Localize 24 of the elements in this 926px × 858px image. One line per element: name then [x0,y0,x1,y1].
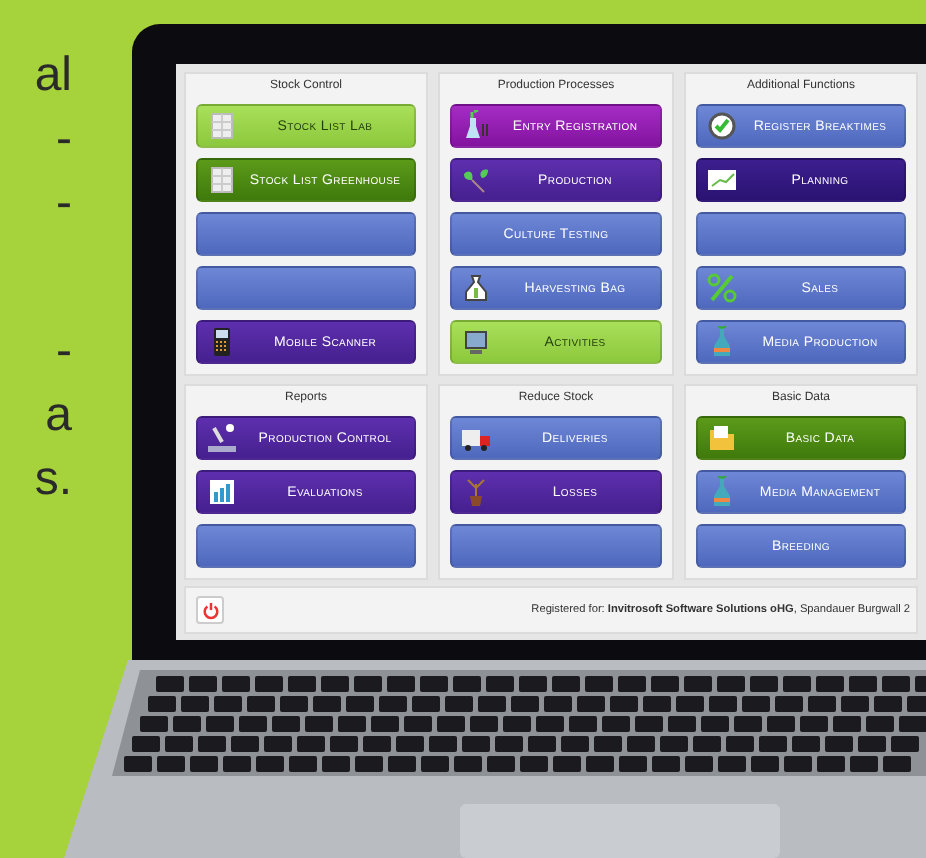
leaf-icon [460,164,492,196]
power-button[interactable] [196,596,224,624]
heading-text-fragment: - [56,110,72,170]
flask-icon [460,110,492,142]
power-icon [201,601,219,619]
folder-icon [706,422,738,454]
empty-menu-button[interactable] [196,212,416,256]
bag-icon [460,272,492,304]
heading-text-fragment: - [56,322,72,382]
heading-text-fragment: a [45,386,72,446]
empty-menu-button[interactable] [196,524,416,568]
empty-menu-button[interactable] [450,524,662,568]
empty-menu-button[interactable] [196,266,416,310]
heading-text-fragment: - [56,174,72,234]
chart-icon [706,164,738,196]
heading-text-fragment: al [34,46,72,106]
clock-icon [706,110,738,142]
monitor-icon [460,326,492,358]
bar-chart-icon [206,476,238,508]
empty-menu-button[interactable] [696,212,906,256]
heading-text-fragment: s. [34,450,72,510]
table-icon [206,164,238,196]
table-icon [206,110,238,142]
percent-icon [706,272,738,304]
